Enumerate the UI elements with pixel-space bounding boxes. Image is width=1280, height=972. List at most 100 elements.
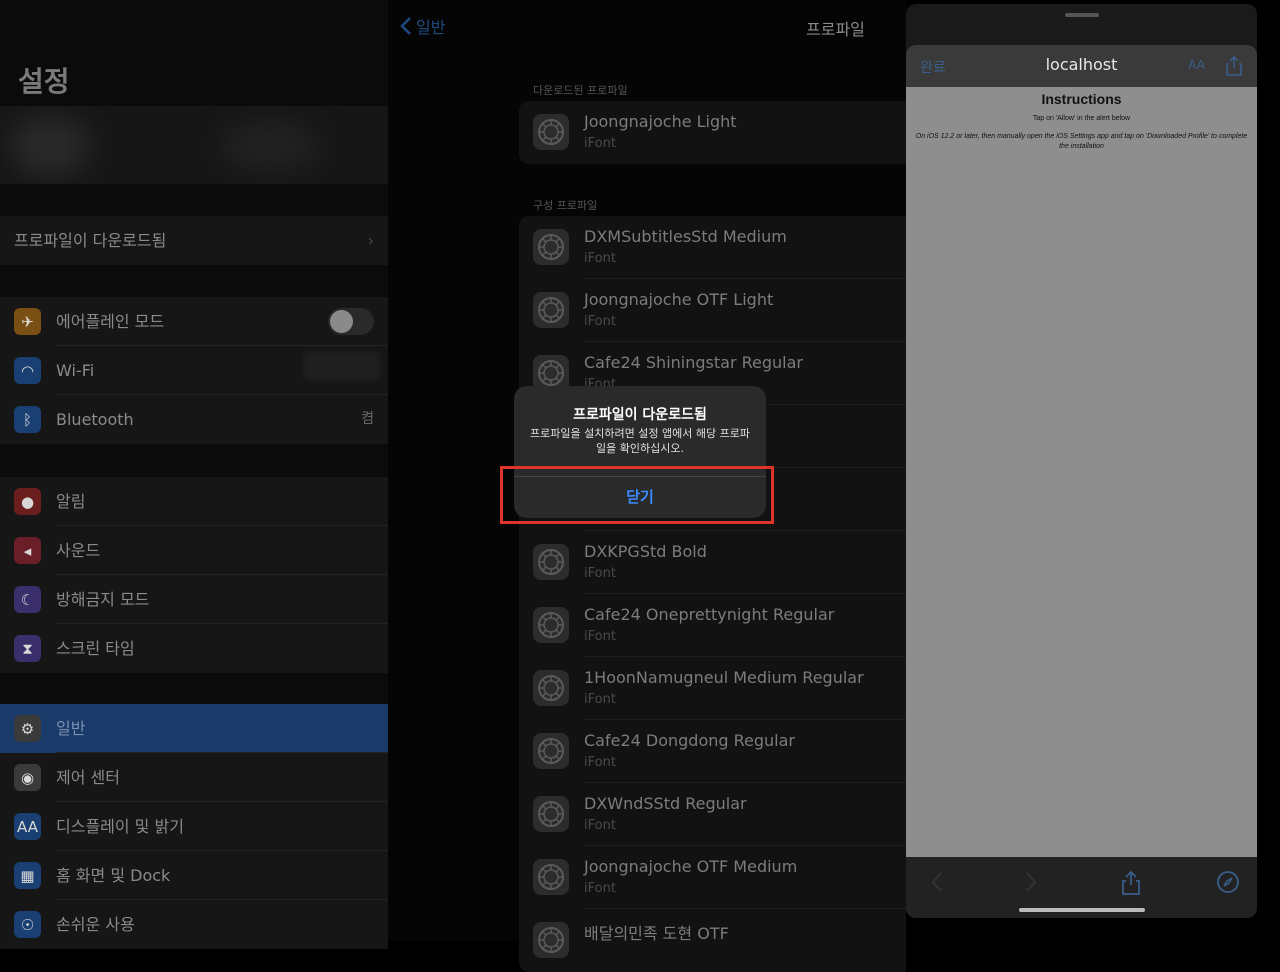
gear-icon: [533, 607, 569, 643]
connectivity-group: ✈ 에어플레인 모드 ◠ Wi-Fi ᛒ Bluetooth 켬: [0, 297, 388, 444]
sidebar-item-label: 디스플레이 및 밝기: [56, 817, 184, 836]
sounds-icon: ◂: [14, 537, 41, 564]
bluetooth-icon: ᛒ: [14, 406, 41, 433]
sidebar-item-label: 홈 화면 및 Dock: [56, 866, 171, 885]
sidebar-item-accessibility[interactable]: ☉ 손쉬운 사용: [0, 900, 388, 949]
forward-arrow-icon[interactable]: [1024, 870, 1038, 894]
apple-id-card[interactable]: [0, 106, 388, 184]
profile-name: Joongnajoche OTF Light: [584, 290, 774, 309]
accessibility-icon: ☉: [14, 911, 41, 938]
profile-list-item[interactable]: Cafe24 Dongdong Regular iFont: [519, 720, 906, 783]
control-center-icon: ◉: [14, 764, 41, 791]
profile-name: Cafe24 Shiningstar Regular: [584, 353, 803, 372]
downloaded-profile-label: 프로파일이 다운로드됨: [14, 231, 167, 250]
profile-list-item[interactable]: Cafe24 Oneprettynight Regular iFont: [519, 594, 906, 657]
sidebar-item-sounds[interactable]: ◂ 사운드: [0, 526, 388, 575]
airplane-icon: ✈: [14, 308, 41, 335]
gear-icon: [533, 733, 569, 769]
sidebar-item-hourglass[interactable]: ⧗ 스크린 타임: [0, 624, 388, 673]
profile-source: iFont: [584, 692, 616, 707]
avatar: [10, 116, 90, 176]
sidebar-item-display[interactable]: AA 디스플레이 및 밝기: [0, 802, 388, 851]
browser-toolbar: 완료 localhost AA: [906, 45, 1257, 87]
profile-list-item[interactable]: Joongnajoche OTF Medium iFont: [519, 846, 906, 909]
profile-source: iFont: [584, 755, 616, 770]
profile-name: Joongnajoche OTF Medium: [584, 857, 798, 876]
profile-source: iFont: [584, 818, 616, 833]
page-title: 프로파일: [806, 20, 865, 39]
profile-source: iFont: [584, 566, 616, 581]
chevron-right-icon: ›: [367, 231, 374, 250]
toggle-knob: [330, 310, 353, 333]
sidebar-item-control-center[interactable]: ◉ 제어 센터: [0, 753, 388, 802]
wifi-icon: ◠: [14, 357, 41, 384]
alert-title: 프로파일이 다운로드됨: [573, 407, 707, 423]
instructions-line1: Tap on 'Allow' in the alert below: [1032, 115, 1131, 122]
downloaded-profiles-list: Joongnajoche Light iFont: [519, 101, 906, 164]
sidebar-item-label: Bluetooth: [56, 410, 134, 429]
sidebar-item-wifi[interactable]: ◠ Wi-Fi: [0, 346, 388, 395]
profile-source: iFont: [584, 136, 616, 151]
sidebar-item-home-screen[interactable]: ▦ 홈 화면 및 Dock: [0, 851, 388, 900]
sidebar-item-gear[interactable]: ⚙ 일반: [0, 704, 388, 753]
sidebar-item-label: 에어플레인 모드: [56, 312, 165, 331]
moon-icon: ☾: [14, 586, 41, 613]
back-button[interactable]: 일반: [400, 14, 445, 38]
sidebar-item-bluetooth[interactable]: ᛒ Bluetooth 켬: [0, 395, 388, 444]
highlight-box: [500, 466, 774, 524]
sidebar-item-label: 알림: [56, 492, 86, 511]
profile-name: 1HoonNamugneul Medium Regular: [584, 668, 864, 687]
profile-name: 배달의민족 도현 OTF: [584, 924, 729, 943]
home-screen-icon: ▦: [14, 862, 41, 889]
slideover-browser: 완료 localhost AA Instructions Tap on 'All…: [906, 4, 1257, 918]
profile-list-item[interactable]: Joongnajoche Light iFont: [519, 101, 906, 164]
instructions-heading: Instructions: [1041, 91, 1122, 107]
reader-settings-button[interactable]: AA: [1188, 58, 1205, 72]
sidebar-item-label: 사운드: [56, 541, 101, 560]
airplane-mode-toggle[interactable]: [328, 308, 374, 335]
profile-name: DXMSubtitlesStd Medium: [584, 227, 787, 246]
gear-icon: [533, 859, 569, 895]
back-arrow-icon[interactable]: [930, 870, 944, 894]
config-profiles-list: DXMSubtitlesStd Medium iFont Joongnajoche …: [519, 216, 906, 972]
profile-source: iFont: [584, 881, 616, 896]
gear-icon: ⚙: [14, 715, 41, 742]
profile-source: iFont: [584, 251, 616, 266]
compass-icon[interactable]: [1216, 870, 1240, 894]
profile-list-item[interactable]: DXWndSStd Regular iFont: [519, 783, 906, 846]
sidebar-item-label: 제어 센터: [56, 768, 120, 787]
profile-list-item[interactable]: 1HoonNamugneul Medium Regular iFont: [519, 657, 906, 720]
notifications-icon: ●: [14, 488, 41, 515]
profile-name: DXKPGStd Bold: [584, 542, 707, 561]
share-icon[interactable]: [1120, 870, 1142, 896]
downloaded-profile-group: 프로파일이 다운로드됨 ›: [0, 216, 388, 265]
sidebar-item-label: 손쉬운 사용: [56, 915, 135, 934]
sidebar-item-notifications[interactable]: ● 알림: [0, 477, 388, 526]
profile-list-item[interactable]: Joongnajoche OTF Light iFont: [519, 279, 906, 342]
profile-name: Cafe24 Dongdong Regular: [584, 731, 795, 750]
gear-icon: [533, 292, 569, 328]
downloaded-profile-row[interactable]: 프로파일이 다운로드됨 ›: [0, 216, 388, 265]
share-icon[interactable]: [1225, 55, 1243, 77]
slideover-grabber[interactable]: [1065, 13, 1099, 17]
gear-icon: [533, 114, 569, 150]
profile-name: Cafe24 Oneprettynight Regular: [584, 605, 835, 624]
gear-icon: [533, 670, 569, 706]
home-indicator: [1019, 908, 1145, 912]
downloaded-profiles-header: 다운로드된 프로파일: [533, 84, 628, 97]
gear-icon: [533, 796, 569, 832]
sidebar-item-airplane[interactable]: ✈ 에어플레인 모드: [0, 297, 388, 346]
hourglass-icon: ⧗: [14, 635, 41, 662]
alert-message: 프로파일을 설치하려면 설정 앱에서 해당 프로파일을 확인하십시오.: [530, 427, 750, 455]
profile-name: DXWndSStd Regular: [584, 794, 747, 813]
profile-list-item[interactable]: DXMSubtitlesStd Medium iFont: [519, 216, 906, 279]
sidebar-item-label: 스크린 타임: [56, 639, 135, 658]
gear-icon: [533, 229, 569, 265]
profile-source: iFont: [584, 629, 616, 644]
settings-sidebar: 설정 프로파일이 다운로드됨 › ✈ 에어플레인 모드 ◠ Wi-Fi ᛒ Bluetoo…: [0, 0, 388, 949]
sidebar-item-moon[interactable]: ☾ 방해금지 모드: [0, 575, 388, 624]
wifi-network-redacted: [304, 352, 380, 380]
gear-icon: [533, 922, 569, 958]
profile-list-item[interactable]: DXKPGStd Bold iFont: [519, 531, 906, 594]
web-content: Instructions Tap on 'Allow' in the alert…: [906, 87, 1257, 857]
